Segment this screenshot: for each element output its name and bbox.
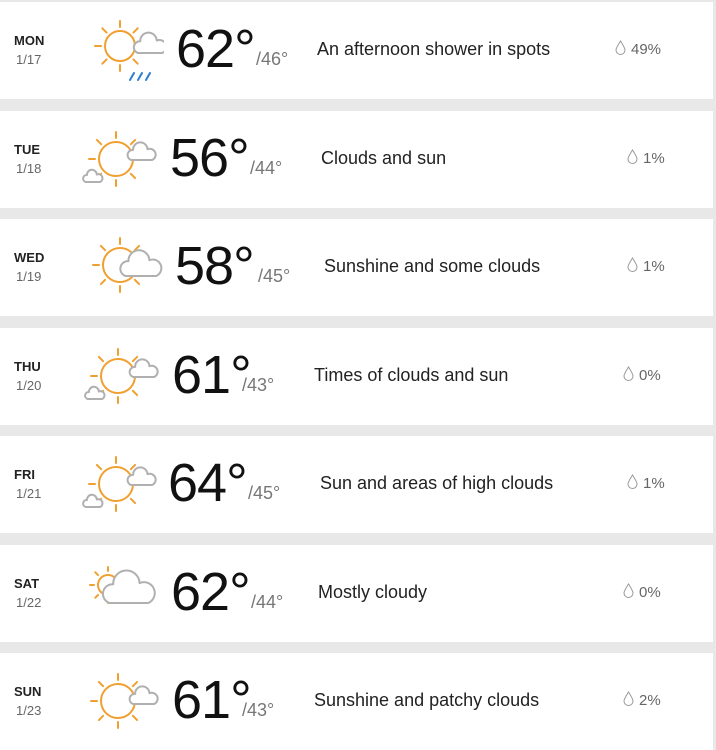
high-temp: 64° bbox=[168, 453, 248, 513]
day-date: 1/22 bbox=[16, 595, 42, 610]
high-temp: 61° bbox=[172, 345, 252, 405]
forecast-row[interactable]: SUN 1/23 61° /43° Sunshine and patchy cl… bbox=[0, 653, 713, 750]
precipitation: 0% bbox=[623, 366, 661, 385]
partly-sunny-icon bbox=[78, 444, 158, 524]
forecast-description: Times of clouds and sun bbox=[314, 365, 509, 385]
forecast-row[interactable]: WED 1/19 58° /45° Sunshine and some clou… bbox=[0, 219, 713, 316]
raindrop-icon bbox=[615, 40, 626, 59]
high-temp: 56° bbox=[170, 128, 250, 188]
mostly-cloudy-icon bbox=[82, 553, 162, 633]
low-temp: /43° bbox=[242, 375, 275, 395]
day-name: MON bbox=[14, 33, 45, 48]
precipitation: 1% bbox=[627, 149, 665, 168]
low-temp: /44° bbox=[251, 592, 284, 612]
precip-value: 0% bbox=[639, 584, 661, 601]
precip-value: 1% bbox=[643, 258, 665, 275]
precipitation: 1% bbox=[627, 257, 665, 276]
day-date: 1/23 bbox=[16, 703, 42, 718]
raindrop-icon bbox=[623, 691, 634, 710]
low-temp: /45° bbox=[248, 483, 281, 503]
mostly-sunny-icon bbox=[80, 661, 160, 741]
partly-sunny-icon bbox=[80, 336, 160, 416]
day-date: 1/18 bbox=[16, 161, 42, 176]
sun-cloud-icon bbox=[84, 227, 164, 307]
forecast-row[interactable]: SAT 1/22 62° /44° Mostly cloudy 0% bbox=[0, 545, 713, 642]
partly-cloudy-showers-icon bbox=[84, 10, 168, 90]
precipitation: 49% bbox=[615, 40, 661, 59]
precip-value: 1% bbox=[643, 475, 665, 492]
raindrop-icon bbox=[627, 474, 638, 493]
raindrop-icon bbox=[627, 257, 638, 276]
day-name: SUN bbox=[14, 684, 42, 699]
low-temp: /45° bbox=[258, 266, 291, 286]
forecast-description: Sunshine and some clouds bbox=[324, 256, 541, 276]
forecast-description: Sun and areas of high clouds bbox=[320, 473, 554, 493]
precipitation: 1% bbox=[627, 474, 665, 493]
day-name: SAT bbox=[14, 576, 40, 591]
raindrop-icon bbox=[627, 149, 638, 168]
raindrop-icon bbox=[623, 583, 634, 602]
precip-value: 1% bbox=[643, 150, 665, 167]
day-date: 1/19 bbox=[16, 269, 42, 284]
forecast-description: Mostly cloudy bbox=[318, 582, 428, 602]
forecast-description: Clouds and sun bbox=[321, 148, 447, 168]
high-temp: 58° bbox=[175, 236, 255, 296]
high-temp: 62° bbox=[171, 562, 251, 622]
forecast-row[interactable]: TUE 1/18 56° /44° Clouds and sun 1% bbox=[0, 111, 713, 208]
day-date: 1/21 bbox=[16, 486, 42, 501]
forecast-description: Sunshine and patchy clouds bbox=[314, 690, 540, 710]
precip-value: 0% bbox=[639, 367, 661, 384]
precipitation: 0% bbox=[623, 583, 661, 602]
precip-value: 2% bbox=[639, 692, 661, 709]
forecast-row[interactable]: THU 1/20 61° /43° Times of clouds and su… bbox=[0, 328, 713, 425]
forecast-description: An afternoon shower in spots bbox=[317, 39, 551, 59]
day-name: FRI bbox=[14, 467, 35, 482]
low-temp: /46° bbox=[256, 49, 289, 69]
day-date: 1/17 bbox=[16, 52, 42, 67]
day-name: THU bbox=[14, 359, 41, 374]
low-temp: /44° bbox=[250, 158, 283, 178]
high-temp: 62° bbox=[176, 19, 256, 79]
low-temp: /43° bbox=[242, 700, 275, 720]
raindrop-icon bbox=[623, 366, 634, 385]
precip-value: 49% bbox=[631, 41, 662, 58]
precipitation: 2% bbox=[623, 691, 661, 710]
forecast-row[interactable]: MON 1/17 62° /46° An afternoon shower in… bbox=[0, 2, 713, 99]
day-name: WED bbox=[14, 250, 45, 265]
day-date: 1/20 bbox=[16, 378, 42, 393]
high-temp: 61° bbox=[172, 670, 252, 730]
day-name: TUE bbox=[14, 142, 40, 157]
forecast-row[interactable]: FRI 1/21 64° /45° Sun and areas of high … bbox=[0, 436, 713, 533]
partly-sunny-icon bbox=[78, 119, 158, 199]
